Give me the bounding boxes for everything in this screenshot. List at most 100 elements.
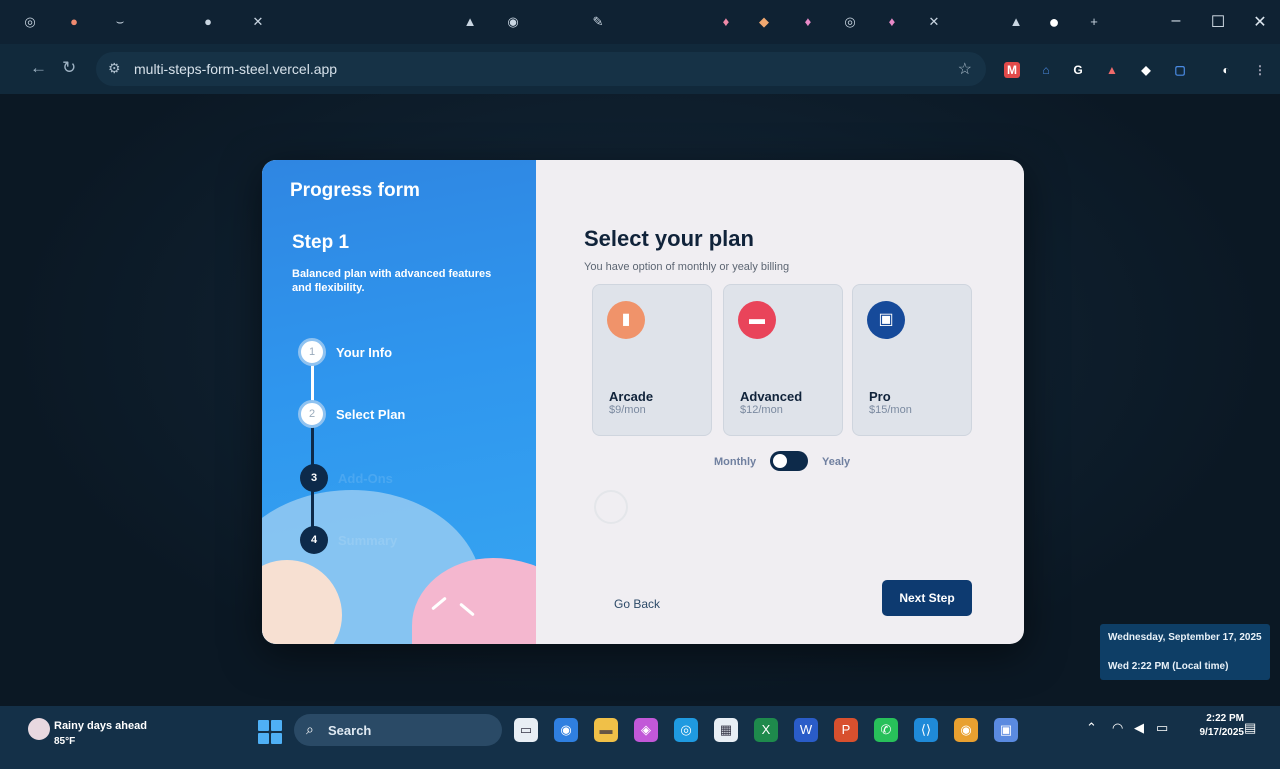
toggle-knob bbox=[773, 454, 787, 468]
extensions-puzzle-icon[interactable]: ▢ bbox=[1172, 62, 1188, 78]
multi-step-form-card: Progress form Step 1 Balanced plan with … bbox=[262, 160, 1024, 644]
tab-favicon[interactable]: ◆ bbox=[756, 14, 772, 30]
current-step-title: Step 1 bbox=[292, 232, 350, 253]
billing-yearly-label: Yealy bbox=[822, 456, 851, 468]
plan-name: Advanced bbox=[740, 389, 803, 404]
clock-time: 2:22 PM bbox=[1206, 713, 1244, 724]
github-tab-icon[interactable]: ● bbox=[200, 14, 216, 30]
tab-favicon[interactable]: ▲ bbox=[462, 14, 478, 30]
powerpoint-icon[interactable]: P bbox=[834, 718, 858, 742]
step-number: 2 bbox=[298, 400, 326, 428]
minimize-button[interactable]: – bbox=[1166, 12, 1186, 30]
maximize-button[interactable]: ☐ bbox=[1208, 12, 1228, 32]
url-omnibox[interactable]: ⚙ multi-steps-form-steel.vercel.app ☆ bbox=[96, 52, 986, 86]
active-tab-icon[interactable]: ● bbox=[1046, 13, 1062, 31]
site-settings-icon[interactable]: ⚙ bbox=[108, 60, 121, 77]
tab-favicon[interactable]: ✎ bbox=[590, 14, 606, 30]
extension-icon[interactable]: ⌂ bbox=[1038, 62, 1054, 78]
plan-price: $9/mon bbox=[609, 404, 646, 416]
app-icon[interactable]: ▣ bbox=[994, 718, 1018, 742]
tab-favicon[interactable]: ● bbox=[66, 14, 82, 30]
page-title: Select your plan bbox=[584, 226, 754, 251]
tab-favicon[interactable]: ♦ bbox=[884, 14, 900, 30]
page-viewport: Progress form Step 1 Balanced plan with … bbox=[0, 94, 1280, 706]
weather-temp[interactable]: 85°F bbox=[54, 736, 75, 747]
billing-monthly-label: Monthly bbox=[714, 456, 757, 468]
word-icon[interactable]: W bbox=[794, 718, 818, 742]
plan-name: Pro bbox=[869, 389, 891, 404]
loading-spinner bbox=[594, 490, 628, 524]
tab-favicon[interactable]: ▲ bbox=[1008, 14, 1024, 30]
tab-favicon[interactable]: ✕ bbox=[926, 14, 942, 30]
volume-icon[interactable]: ◀ bbox=[1134, 720, 1144, 736]
form-sidebar: Progress form Step 1 Balanced plan with … bbox=[262, 160, 536, 644]
close-window-button[interactable]: ✕ bbox=[1250, 12, 1270, 32]
step-label: Summary bbox=[338, 533, 398, 548]
gamepad-icon: ▬ bbox=[738, 301, 776, 339]
excel-icon[interactable]: X bbox=[754, 718, 778, 742]
edge-icon[interactable]: ◎ bbox=[674, 718, 698, 742]
tab-favicon[interactable]: ◉ bbox=[505, 14, 521, 30]
extension-icon[interactable]: ◆ bbox=[1138, 62, 1154, 78]
browser-tab-bar: ◎ ● ⌣ ● ✕ ▲ ◉ ✎ ♦ ◆ ♦ ◎ ♦ ✕ ▲ ● + – ☐ ✕ bbox=[0, 0, 1280, 44]
bookmark-star-icon[interactable]: ☆ bbox=[958, 59, 972, 79]
plan-card-pro[interactable]: ▣ Pro $15/mon bbox=[852, 284, 972, 436]
file-explorer-icon[interactable]: ▬ bbox=[594, 718, 618, 742]
reload-icon[interactable]: ↻ bbox=[62, 58, 76, 78]
tab-favicon[interactable]: ◎ bbox=[842, 14, 858, 30]
search-label: Search bbox=[328, 723, 372, 738]
brand-title: Progress form bbox=[290, 180, 420, 201]
tab-favicon[interactable]: ⌣ bbox=[112, 14, 128, 30]
step-number: 1 bbox=[298, 338, 326, 366]
step-label: Your Info bbox=[336, 345, 393, 360]
go-back-button[interactable]: Go Back bbox=[614, 597, 660, 611]
new-tab-icon[interactable]: + bbox=[1086, 14, 1102, 30]
taskbar-search[interactable]: ⌕ Search bbox=[294, 714, 502, 746]
chrome-icon[interactable]: ◉ bbox=[954, 718, 978, 742]
url-text[interactable]: multi-steps-form-steel.vercel.app bbox=[134, 61, 337, 77]
step-label: Select Plan bbox=[336, 407, 406, 422]
plan-card-arcade[interactable]: ▮ Arcade $9/mon bbox=[592, 284, 712, 436]
plan-price: $15/mon bbox=[869, 404, 912, 416]
weather-title[interactable]: Rainy days ahead bbox=[54, 720, 147, 732]
flyout-time: Wed 2:22 PM (Local time) bbox=[1108, 661, 1229, 672]
copilot-icon[interactable]: ◈ bbox=[634, 718, 658, 742]
clock-flyout: Wednesday, September 17, 2025 Wed 2:22 P… bbox=[1100, 624, 1270, 680]
clock-date: 9/17/2025 bbox=[1199, 727, 1245, 738]
tab-favicon[interactable]: ♦ bbox=[718, 14, 734, 30]
browser-address-bar: ← ↻ ⚙ multi-steps-form-steel.vercel.app … bbox=[0, 44, 1280, 94]
flyout-date: Wednesday, September 17, 2025 bbox=[1108, 632, 1262, 643]
vscode-icon[interactable]: ⟨⟩ bbox=[914, 718, 938, 742]
page-subtitle: You have option of monthly or yealy bill… bbox=[584, 261, 790, 273]
task-view-icon[interactable]: ▭ bbox=[514, 718, 538, 742]
chat-icon[interactable]: ◉ bbox=[554, 718, 578, 742]
extension-icon[interactable]: ▲ bbox=[1104, 62, 1120, 78]
search-icon: ⌕ bbox=[306, 721, 314, 737]
billing-toggle[interactable] bbox=[770, 451, 808, 471]
tray-overflow-icon[interactable]: ⌃ bbox=[1086, 720, 1097, 736]
taskbar-clock[interactable]: 2:22 PM 9/17/2025 bbox=[1184, 712, 1245, 740]
start-button[interactable] bbox=[258, 720, 282, 744]
weather-icon[interactable] bbox=[28, 718, 50, 740]
browser-menu-icon[interactable]: ⋮ bbox=[1252, 62, 1268, 78]
form-main-panel: Select your plan You have option of mont… bbox=[536, 160, 1024, 644]
battery-icon[interactable]: ▭ bbox=[1156, 720, 1168, 736]
taskbar: Rainy days ahead 85°F ⌕ Search ▭ ◉ ▬ ◈ ◎… bbox=[0, 706, 1280, 769]
store-icon[interactable]: ▦ bbox=[714, 718, 738, 742]
tab-close-icon[interactable]: ✕ bbox=[250, 14, 266, 30]
step-number: 3 bbox=[300, 464, 328, 492]
tab-favicon[interactable]: ♦ bbox=[800, 14, 816, 30]
wifi-icon[interactable]: ◠ bbox=[1112, 720, 1123, 736]
step-number: 4 bbox=[300, 526, 328, 554]
next-step-button[interactable]: Next Step bbox=[882, 580, 972, 616]
profile-icon[interactable]: ◐ bbox=[1218, 62, 1234, 78]
whatsapp-icon[interactable]: ✆ bbox=[874, 718, 898, 742]
back-arrow-icon[interactable]: ← bbox=[30, 58, 47, 78]
plan-card-advanced[interactable]: ▬ Advanced $12/mon bbox=[723, 284, 843, 436]
step-label: Add-Ons bbox=[338, 471, 393, 486]
extension-icon[interactable]: M bbox=[1004, 62, 1020, 78]
step-description: Balanced plan with advanced features and… bbox=[292, 268, 492, 294]
notification-bell-icon[interactable]: ▤ bbox=[1244, 720, 1256, 736]
google-extension-icon[interactable]: G bbox=[1070, 62, 1086, 78]
chrome-tab-icon[interactable]: ◎ bbox=[22, 14, 38, 30]
